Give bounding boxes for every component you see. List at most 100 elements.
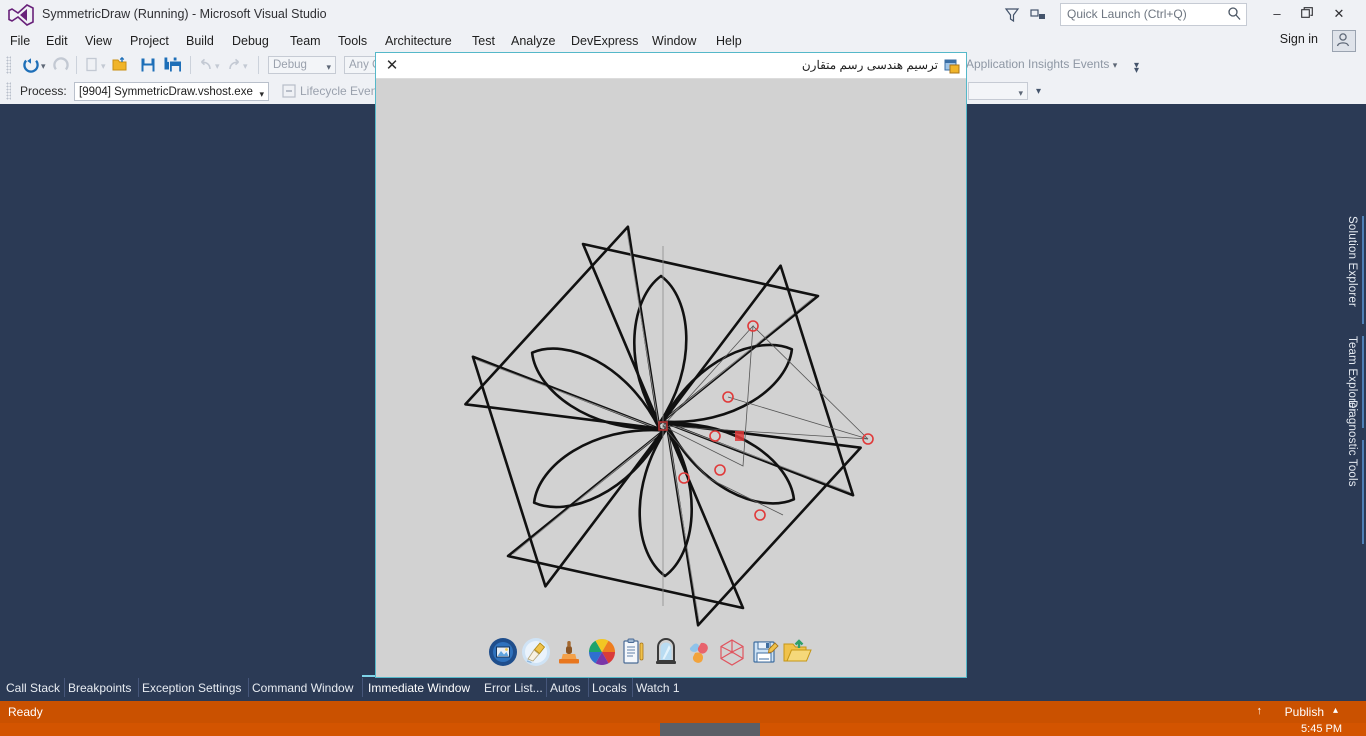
menu-build[interactable]: Build bbox=[186, 32, 214, 50]
visual-studio-logo-icon bbox=[8, 4, 34, 26]
application-insights-events-button[interactable]: Application Insights Events ▾ bbox=[966, 57, 1117, 71]
menu-team[interactable]: Team bbox=[290, 32, 321, 50]
process-caret-icon: ▾ bbox=[259, 89, 264, 99]
solution-configuration-combo[interactable]: Debug ▾ bbox=[268, 56, 336, 74]
sign-in-link[interactable]: Sign in bbox=[1280, 32, 1318, 46]
toolbar-separator-2 bbox=[190, 56, 191, 74]
sidebar-item-solution-explorer[interactable]: Solution Explorer bbox=[1346, 216, 1358, 307]
tab-divider-4 bbox=[362, 678, 363, 697]
menu-analyze[interactable]: Analyze bbox=[511, 32, 555, 50]
lifecycle-events-icon bbox=[282, 84, 296, 98]
redo-icon bbox=[229, 58, 240, 70]
toolbar-overflow-chevron-bar: ▾ bbox=[1134, 65, 1140, 76]
caret-up-icon[interactable]: ▴ bbox=[1333, 705, 1338, 716]
solution-configuration-value: Debug bbox=[273, 59, 307, 71]
lifecycle-events-label[interactable]: Lifecycle Events bbox=[300, 81, 387, 101]
app-close-icon[interactable]: ✕ bbox=[382, 56, 402, 76]
windows-taskbar: 5:45 PM bbox=[0, 723, 1366, 736]
taskbar-item[interactable] bbox=[660, 723, 760, 736]
menu-window[interactable]: Window bbox=[652, 32, 696, 50]
navigate-forward-icon bbox=[53, 57, 69, 73]
restore-button[interactable] bbox=[1294, 3, 1320, 25]
tab-divider-6 bbox=[588, 678, 589, 697]
toolbar-separator-3 bbox=[258, 56, 259, 74]
clipboard-notes-icon[interactable] bbox=[618, 637, 648, 667]
open-folder-icon[interactable] bbox=[782, 637, 812, 667]
process-label: Process: bbox=[20, 84, 67, 98]
menu-tools[interactable]: Tools bbox=[338, 32, 367, 50]
undo-caret-icon: ▾ bbox=[215, 61, 220, 71]
menu-view[interactable]: View bbox=[85, 32, 112, 50]
menu-file[interactable]: File bbox=[10, 32, 30, 50]
symmetric-draw-window: ✕ ترسیم هندسی رسم متقارن bbox=[375, 52, 967, 678]
tab-autos[interactable]: Autos bbox=[550, 675, 581, 701]
toolbar-separator bbox=[76, 56, 77, 74]
save-floppy-icon[interactable] bbox=[750, 637, 780, 667]
menu-project[interactable]: Project bbox=[130, 32, 169, 50]
feedback-funnel-icon[interactable] bbox=[1002, 6, 1022, 24]
process-value: [9904] SymmetricDraw.vshost.exe bbox=[79, 86, 253, 98]
thread-caret-icon: ▾ bbox=[1018, 88, 1023, 98]
tab-locals[interactable]: Locals bbox=[592, 675, 627, 701]
user-account-icon[interactable] bbox=[1332, 30, 1356, 52]
toolbar-grip-2[interactable] bbox=[6, 82, 11, 100]
process-combo[interactable]: [9904] SymmetricDraw.vshost.exe ▾ bbox=[74, 82, 269, 101]
minimize-button[interactable]: – bbox=[1264, 3, 1290, 25]
tab-breakpoints[interactable]: Breakpoints bbox=[68, 675, 131, 701]
publish-button[interactable]: Publish bbox=[1285, 705, 1324, 719]
menu-help[interactable]: Help bbox=[716, 32, 742, 50]
tab-divider bbox=[64, 678, 65, 697]
quick-launch-placeholder: Quick Launch (Ctrl+Q) bbox=[1067, 7, 1187, 21]
drawing-canvas[interactable] bbox=[376, 79, 966, 677]
tab-divider-5 bbox=[546, 678, 547, 697]
thread-combo[interactable]: ▾ bbox=[968, 82, 1028, 100]
config-caret-icon: ▾ bbox=[326, 62, 331, 72]
save-icon[interactable] bbox=[140, 57, 157, 73]
user-glyph-icon bbox=[1336, 33, 1350, 47]
clean-brush-icon[interactable] bbox=[521, 637, 551, 667]
menu-test[interactable]: Test bbox=[472, 32, 495, 50]
arrow-up-icon: ↑ bbox=[1256, 705, 1263, 717]
magnifier-icon bbox=[1228, 7, 1241, 20]
redo-caret-icon: ▾ bbox=[243, 61, 248, 71]
stamp-icon[interactable] bbox=[554, 637, 584, 667]
color-wheel-icon[interactable] bbox=[587, 637, 617, 667]
menu-architecture[interactable]: Architecture bbox=[385, 32, 452, 50]
notifications-icon[interactable] bbox=[1028, 6, 1048, 24]
menu-debug[interactable]: Debug bbox=[232, 32, 269, 50]
new-item-icon bbox=[86, 57, 97, 72]
solution-explorer-tab-accent bbox=[1362, 216, 1364, 324]
app-title-text: ترسیم هندسی رسم متقارن bbox=[801, 58, 938, 72]
diagnostic-tools-tab-accent bbox=[1362, 440, 1364, 544]
restore-icon bbox=[1301, 7, 1313, 18]
toolbar-grip[interactable] bbox=[6, 56, 11, 74]
screen-capture-icon[interactable] bbox=[488, 637, 518, 667]
open-file-icon[interactable] bbox=[112, 57, 129, 73]
save-all-icon[interactable] bbox=[164, 57, 183, 73]
team-explorer-tab-accent bbox=[1362, 336, 1364, 428]
application-insights-events-label: Application Insights Events bbox=[966, 57, 1110, 71]
menu-devexpress[interactable]: DevExpress bbox=[571, 32, 638, 50]
tab-command-window[interactable]: Command Window bbox=[252, 675, 353, 701]
bottom-tool-tabs: Call Stack Breakpoints Exception Setting… bbox=[0, 675, 1366, 701]
tab-immediate-window[interactable]: Immediate Window bbox=[368, 675, 470, 701]
title-bar: SymmetricDraw (Running) - Microsoft Visu… bbox=[0, 0, 1366, 30]
tab-exception-settings[interactable]: Exception Settings bbox=[142, 675, 241, 701]
window-title: SymmetricDraw (Running) - Microsoft Visu… bbox=[42, 7, 327, 21]
sidebar-item-diagnostic-tools[interactable]: Diagnostic Tools bbox=[1346, 400, 1358, 487]
nav-back-caret-icon[interactable]: ▾ bbox=[41, 61, 46, 72]
app-form-icon bbox=[944, 59, 960, 74]
tab-error-list[interactable]: Error List... bbox=[484, 675, 543, 701]
3d-wireframe-icon[interactable] bbox=[717, 637, 747, 667]
toolbar-overflow-chevron-2[interactable]: ▾ bbox=[1036, 86, 1041, 97]
tab-call-stack[interactable]: Call Stack bbox=[6, 675, 60, 701]
mirror-icon[interactable] bbox=[651, 637, 681, 667]
close-button[interactable]: ✕ bbox=[1326, 3, 1352, 25]
shapes-blob-icon[interactable] bbox=[684, 637, 714, 667]
menu-edit[interactable]: Edit bbox=[46, 32, 68, 50]
menu-bar: File Edit View Project Build Debug Team … bbox=[0, 30, 1366, 52]
screen-root: SymmetricDraw (Running) - Microsoft Visu… bbox=[0, 0, 1366, 736]
navigate-backward-icon[interactable] bbox=[22, 56, 40, 74]
tab-watch-1[interactable]: Watch 1 bbox=[636, 675, 680, 701]
quick-launch-input[interactable]: Quick Launch (Ctrl+Q) bbox=[1060, 3, 1247, 26]
